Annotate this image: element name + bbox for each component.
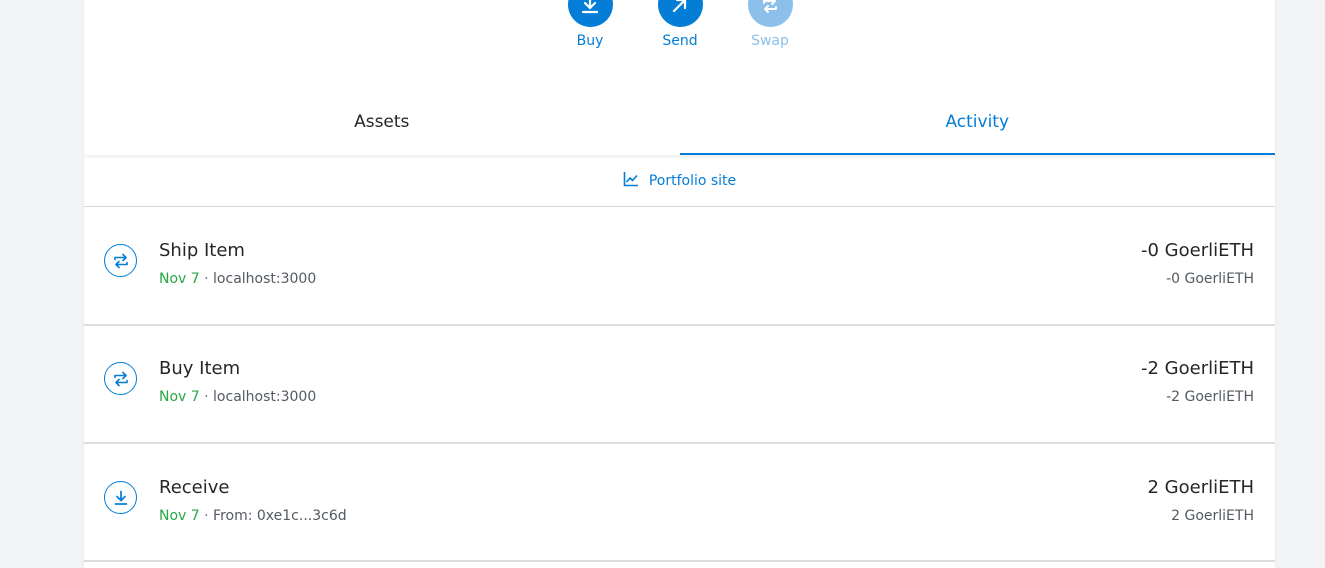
swap-icon: [104, 362, 137, 395]
activity-origin: From: 0xe1c...3c6d: [213, 508, 347, 524]
activity-origin: localhost:3000: [213, 271, 317, 287]
swap-label: Swap: [751, 33, 789, 49]
activity-title: Ship Item: [159, 240, 245, 261]
primary-amount: -0 GoerliETH: [1140, 240, 1254, 261]
chart-line-icon: [623, 171, 639, 191]
tab-bar: Assets Activity: [84, 88, 1275, 155]
download-icon: [567, 0, 613, 27]
tab-assets[interactable]: Assets: [84, 88, 680, 155]
list-item[interactable]: Buy Item Nov 7 · localhost:3000 -2 Goerl…: [84, 325, 1275, 444]
activity-subtitle: Nov 7 · localhost:3000: [159, 389, 316, 405]
separator: ·: [204, 508, 209, 524]
primary-amount: 2 GoerliETH: [1147, 477, 1254, 498]
send-label: Send: [662, 33, 698, 49]
buy-label: Buy: [576, 33, 604, 49]
receive-icon: [104, 481, 137, 514]
buy-button[interactable]: Buy: [555, 0, 625, 49]
send-button[interactable]: Send: [645, 0, 715, 49]
primary-amount: -2 GoerliETH: [1140, 358, 1254, 379]
separator: ·: [204, 271, 209, 287]
swap-button[interactable]: Swap: [735, 0, 805, 49]
activity-subtitle: Nov 7 · localhost:3000: [159, 271, 316, 287]
list-item[interactable]: Receive Nov 7 · From: 0xe1c...3c6d 2 Goe…: [84, 443, 1275, 562]
separator: ·: [204, 389, 209, 405]
portfolio-site-link[interactable]: Portfolio site: [623, 171, 736, 191]
secondary-amount: 2 GoerliETH: [1171, 508, 1254, 524]
activity-title: Buy Item: [159, 358, 241, 379]
list-item[interactable]: Ship Item Nov 7 · localhost:3000 -0 Goer…: [84, 207, 1275, 326]
activity-title: Receive: [159, 477, 230, 498]
activity-date: Nov 7: [159, 389, 200, 405]
swap-icon: [747, 0, 793, 27]
arrow-up-right-icon: [657, 0, 703, 27]
swap-icon: [104, 244, 137, 277]
activity-subtitle: Nov 7 · From: 0xe1c...3c6d: [159, 508, 347, 524]
secondary-amount: -2 GoerliETH: [1166, 389, 1254, 405]
portfolio-site-label: Portfolio site: [648, 173, 737, 189]
activity-date: Nov 7: [159, 271, 200, 287]
activity-date: Nov 7: [159, 508, 200, 524]
wallet-panel: Buy Send Swap Assets Activity Portfolio …: [84, 0, 1275, 568]
portfolio-bar: Portfolio site: [84, 156, 1275, 207]
activity-origin: localhost:3000: [213, 389, 317, 405]
secondary-amount: -0 GoerliETH: [1166, 271, 1254, 287]
tab-activity[interactable]: Activity: [679, 88, 1276, 155]
